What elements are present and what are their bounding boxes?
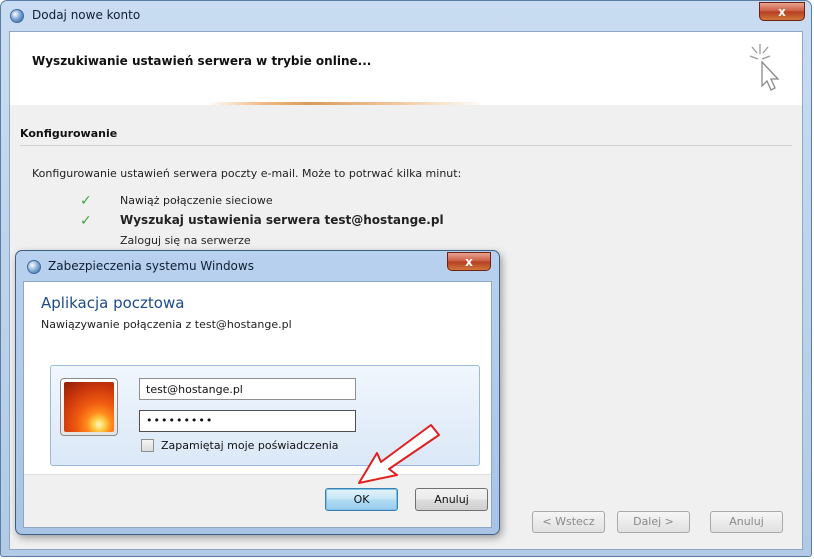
outlook-app-icon — [10, 9, 24, 23]
remember-label[interactable]: Zapamiętaj moje poświadczenia — [161, 439, 339, 452]
wizard-header: Wyszukiwanie ustawień serwera w trybie o… — [10, 32, 802, 105]
dialog-cancel-button[interactable]: Anuluj — [415, 488, 488, 511]
main-window-title: Dodaj nowe konto — [32, 8, 141, 22]
back-button[interactable]: < Wstecz — [532, 511, 605, 533]
security-dialog: Zabezpieczenia systemu Windows x Aplikac… — [15, 250, 500, 535]
section-title: Konfigurowanie — [20, 127, 118, 140]
main-close-button[interactable]: x — [759, 2, 805, 21]
dialog-content: Aplikacja pocztowa Nawiązywanie połączen… — [23, 281, 492, 528]
user-avatar — [60, 378, 118, 436]
dialog-titlebar[interactable]: Zabezpieczenia systemu Windows x — [16, 251, 499, 281]
dialog-app-title: Aplikacja pocztowa — [41, 294, 185, 312]
windows-security-icon — [27, 260, 41, 274]
dialog-close-button[interactable]: x — [447, 252, 491, 271]
remember-checkbox[interactable] — [141, 439, 154, 452]
annotation-arrow-icon — [358, 424, 440, 484]
username-field[interactable]: test@hostange.pl — [139, 378, 356, 400]
check-icon: ✓ — [80, 193, 92, 209]
step-label: Zaloguj się na serwerze — [120, 234, 251, 247]
dialog-title: Zabezpieczenia systemu Windows — [48, 259, 254, 273]
dialog-subtitle: Nawiązywanie połączenia z test@hostange.… — [41, 318, 292, 331]
step-label: Nawiąż połączenie sieciowe — [120, 194, 273, 207]
section-divider — [20, 145, 792, 146]
check-icon: ✓ — [80, 213, 92, 229]
flower-avatar-icon — [64, 382, 114, 432]
ok-button[interactable]: OK — [325, 488, 398, 511]
main-titlebar[interactable]: Dodaj nowe konto x — [1, 1, 811, 31]
password-field[interactable]: ••••••••• — [139, 410, 356, 432]
next-button[interactable]: Dalej > — [617, 511, 690, 533]
step-label: Wyszukaj ustawienia serwera test@hostang… — [120, 213, 444, 227]
wizard-header-title: Wyszukiwanie ustawień serwera w trybie o… — [32, 54, 372, 68]
wizard-cancel-button[interactable]: Anuluj — [710, 511, 783, 533]
config-description: Konfigurowanie ustawień serwera poczty e… — [32, 167, 462, 180]
cursor-sparkle-icon — [749, 44, 780, 91]
